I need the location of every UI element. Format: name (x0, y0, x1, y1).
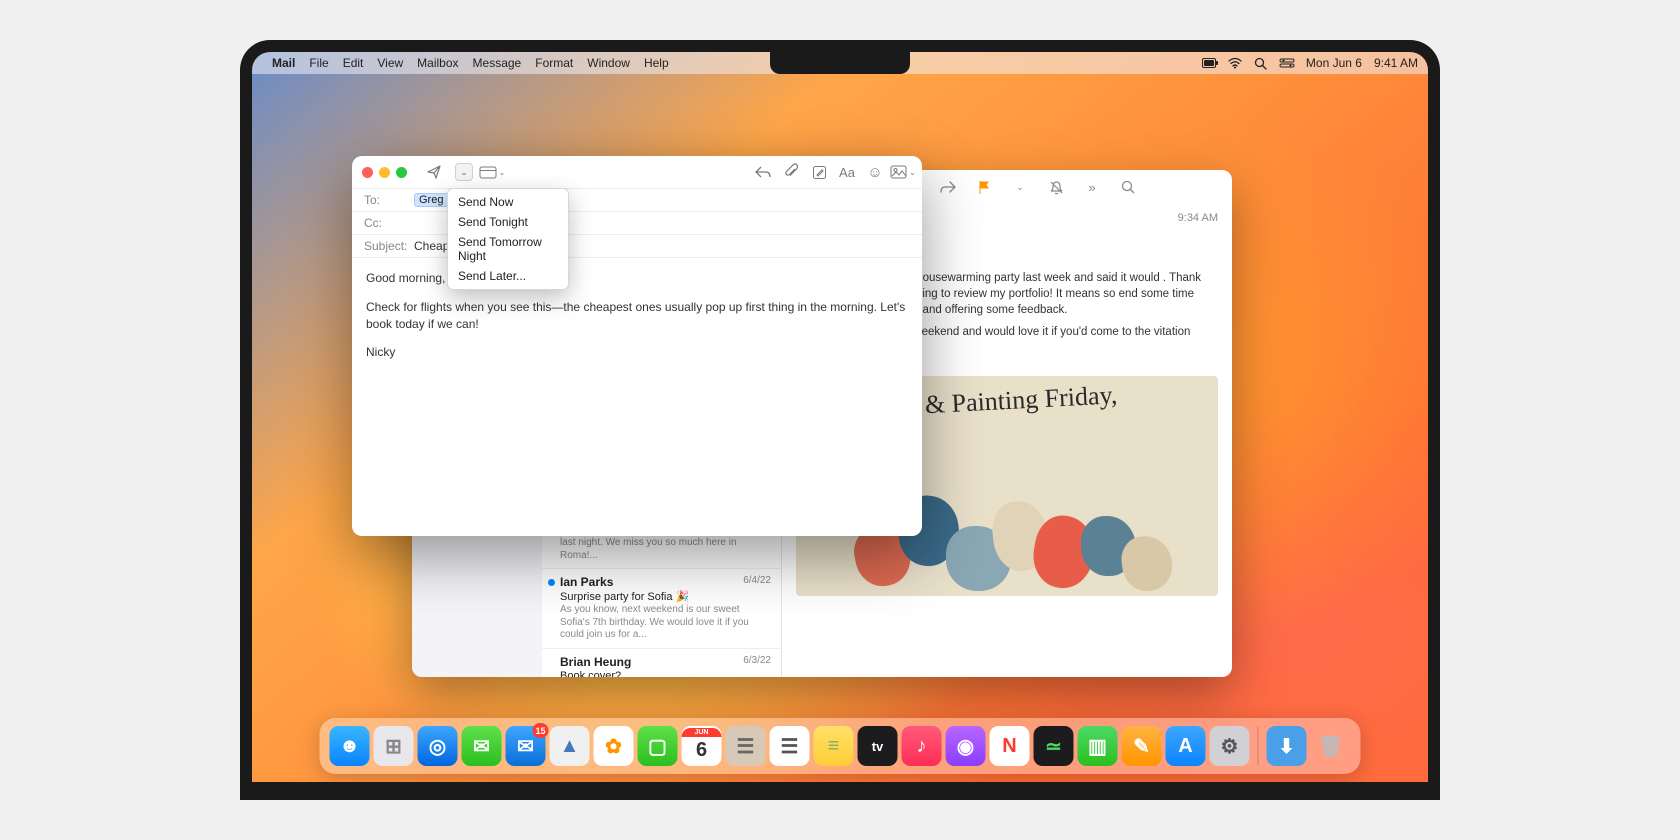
dock-app-finder[interactable]: ☻ (330, 726, 370, 766)
minimize-window-button[interactable] (379, 167, 390, 178)
send-split-button: ⌄ (453, 163, 473, 181)
send-later-menu: Send Now Send Tonight Send Tomorrow Nigh… (447, 188, 569, 290)
dock-app-calendar[interactable]: 6JUN (682, 726, 722, 766)
notch (770, 52, 910, 74)
flag-dropdown-icon[interactable]: ⌄ (1012, 179, 1028, 195)
dock-app-stocks[interactable]: ≃ (1034, 726, 1074, 766)
send-menu-item-tonight[interactable]: Send Tonight (448, 212, 568, 232)
cc-field[interactable]: Cc: (352, 212, 922, 235)
dock-app-facetime[interactable]: ▢ (638, 726, 678, 766)
dock-app-podcasts[interactable]: ◉ (946, 726, 986, 766)
emoji-icon[interactable]: ☺ (866, 163, 884, 181)
menubar-right: Mon Jun 6 9:41 AM (1202, 56, 1418, 70)
mail-list-sender: Ian Parks (560, 575, 771, 589)
search-icon[interactable] (1120, 179, 1136, 195)
mail-list-preview: As you know, next weekend is our sweet S… (560, 604, 771, 642)
dock-app-mail[interactable]: ✉15 (506, 726, 546, 766)
dock-app-maps[interactable]: ▲ (550, 726, 590, 766)
menubar-view[interactable]: View (377, 56, 403, 70)
menubar-message[interactable]: Message (473, 56, 522, 70)
markup-icon[interactable] (810, 163, 828, 181)
mail-list-item[interactable]: 6/4/22 Ian Parks Surprise party for Sofi… (542, 569, 781, 649)
battery-icon[interactable] (1202, 57, 1216, 69)
wifi-icon[interactable] (1228, 57, 1242, 69)
reply-icon[interactable] (754, 163, 772, 181)
compose-body[interactable]: Good morning, Greg! Check for flights wh… (352, 258, 922, 385)
mute-icon[interactable] (1048, 179, 1064, 195)
compose-toolbar: ⌄ ⌄ Aa ☺ ⌄ (352, 156, 922, 188)
send-icon[interactable] (425, 163, 443, 181)
mail-reader-time: 9:34 AM (1178, 212, 1218, 224)
badge: 15 (532, 723, 548, 738)
dock-app-safari[interactable]: ◎ (418, 726, 458, 766)
dock-app-numbers[interactable]: ▥ (1078, 726, 1118, 766)
send-menu-item-tomorrow[interactable]: Send Tomorrow Night (448, 232, 568, 266)
flag-icon[interactable] (976, 179, 992, 195)
mail-list-subject: Surprise party for Sofia 🎉 (560, 590, 771, 603)
unread-dot-icon (548, 579, 555, 586)
subject-label: Subject: (364, 239, 414, 253)
dock-separator (1258, 727, 1259, 765)
send-menu-item-later[interactable]: Send Later... (448, 266, 568, 286)
dock-app-settings[interactable]: ⚙ (1210, 726, 1250, 766)
attach-icon[interactable] (782, 163, 800, 181)
dock-app-contacts[interactable]: ☰ (726, 726, 766, 766)
mail-list-sender: Brian Heung (560, 655, 771, 669)
dock-app-launchpad[interactable]: ⊞ (374, 726, 414, 766)
cc-label: Cc: (364, 216, 414, 230)
dock-app-reminders[interactable]: ☰ (770, 726, 810, 766)
menubar-left: Mail File Edit View Mailbox Message Form… (272, 56, 669, 70)
menubar-mailbox[interactable]: Mailbox (417, 56, 458, 70)
menubar-app-name[interactable]: Mail (272, 56, 295, 70)
menubar-time[interactable]: 9:41 AM (1374, 56, 1418, 70)
send-menu-item-now[interactable]: Send Now (448, 192, 568, 212)
dock-app-notes[interactable]: ≡ (814, 726, 854, 766)
menubar-edit[interactable]: Edit (343, 56, 364, 70)
compose-signature: Nicky (366, 344, 908, 361)
dock-app-trash[interactable]: 🗑 (1311, 726, 1351, 766)
format-icon[interactable]: Aa (838, 163, 856, 181)
spotlight-icon[interactable] (1254, 57, 1268, 69)
menubar-help[interactable]: Help (644, 56, 669, 70)
dock: ☻⊞◎✉✉15▲✿▢6JUN☰☰≡tv♪◉N≃▥✎A⚙⬇🗑 (320, 718, 1361, 774)
dock-app-photos[interactable]: ✿ (594, 726, 634, 766)
dock-app-appstore[interactable]: A (1166, 726, 1206, 766)
header-fields-icon[interactable]: ⌄ (483, 163, 501, 181)
zoom-window-button[interactable] (396, 167, 407, 178)
menubar-format[interactable]: Format (535, 56, 573, 70)
laptop-frame: Mail File Edit View Mailbox Message Form… (240, 40, 1440, 800)
dock-app-tv[interactable]: tv (858, 726, 898, 766)
send-dropdown-button[interactable]: ⌄ (455, 163, 473, 181)
close-window-button[interactable] (362, 167, 373, 178)
mail-list-subject: Book cover? (560, 670, 771, 678)
compose-window: ⌄ ⌄ Aa ☺ ⌄ Send Now Send Tonight Send To… (352, 156, 922, 536)
dock-app-pages[interactable]: ✎ (1122, 726, 1162, 766)
control-center-icon[interactable] (1280, 57, 1294, 69)
mail-list-date: 6/3/22 (743, 655, 771, 666)
forward-icon[interactable] (940, 179, 956, 195)
menubar-date[interactable]: Mon Jun 6 (1306, 56, 1362, 70)
menubar-window[interactable]: Window (587, 56, 630, 70)
compose-paragraph: Check for flights when you see this—the … (366, 299, 908, 333)
dock-app-downloads[interactable]: ⬇ (1267, 726, 1307, 766)
compose-header-fields: To: Greg Scheer Cc: Subject: Cheap flig (352, 188, 922, 258)
mail-list-item[interactable]: 6/3/22 Brian Heung Book cover? Hi Nick, … (542, 649, 781, 678)
photo-browser-icon[interactable]: ⌄ (894, 163, 912, 181)
window-controls (362, 167, 407, 178)
menubar-file[interactable]: File (309, 56, 328, 70)
dock-app-news[interactable]: N (990, 726, 1030, 766)
to-field[interactable]: To: Greg Scheer (352, 189, 922, 212)
dock-app-messages[interactable]: ✉ (462, 726, 502, 766)
dock-app-music[interactable]: ♪ (902, 726, 942, 766)
mail-list-date: 6/4/22 (743, 575, 771, 586)
screen: Mail File Edit View Mailbox Message Form… (252, 52, 1428, 782)
mail-list-preview: last night. We miss you so much here in … (560, 537, 771, 562)
to-label: To: (364, 193, 414, 207)
more-icon[interactable]: » (1084, 179, 1100, 195)
subject-field[interactable]: Subject: Cheap flig (352, 235, 922, 258)
